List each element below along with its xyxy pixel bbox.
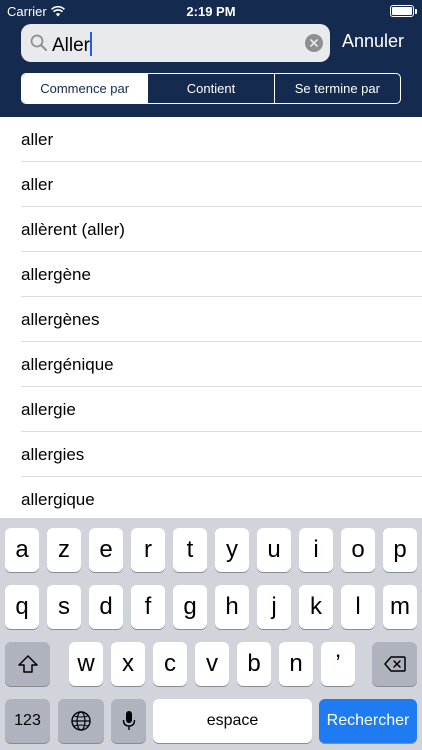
key-e[interactable]: e — [89, 528, 123, 572]
results-list: aller aller allèrent (aller) allergène a… — [0, 117, 422, 522]
microphone-icon — [122, 711, 135, 730]
key-s[interactable]: s — [47, 585, 81, 629]
search-value: Aller — [52, 32, 93, 57]
list-item[interactable]: allergènes — [0, 297, 422, 342]
list-item[interactable]: aller — [0, 162, 422, 207]
search-mode-segmented-control: Commence par Contient Se termine par — [21, 73, 401, 104]
key-k[interactable]: k — [299, 585, 333, 629]
key-y[interactable]: y — [215, 528, 249, 572]
shift-icon — [17, 655, 38, 673]
shift-key[interactable] — [5, 642, 50, 686]
battery-icon — [390, 5, 417, 17]
globe-icon — [71, 711, 91, 731]
key-j[interactable]: j — [257, 585, 291, 629]
text-caret — [90, 32, 93, 56]
list-item[interactable]: allergie — [0, 387, 422, 432]
key-w[interactable]: w — [69, 642, 103, 686]
key-n[interactable]: n — [279, 642, 313, 686]
delete-key[interactable] — [372, 642, 417, 686]
key-b[interactable]: b — [237, 642, 271, 686]
key-z[interactable]: z — [47, 528, 81, 572]
search-input[interactable]: Aller — [21, 24, 330, 62]
status-bar: Carrier 2:19 PM — [0, 0, 422, 22]
key-f[interactable]: f — [131, 585, 165, 629]
key-p[interactable]: p — [383, 528, 417, 572]
list-item[interactable]: allergique — [0, 477, 422, 522]
key-g[interactable]: g — [173, 585, 207, 629]
keyboard: a z e r t y u i o p q s d f g h j k l m … — [0, 518, 422, 750]
clear-icon[interactable] — [305, 34, 323, 52]
key-o[interactable]: o — [341, 528, 375, 572]
search-submit-key[interactable]: Rechercher — [319, 699, 417, 743]
key-a[interactable]: a — [5, 528, 39, 572]
search-query: Aller — [52, 35, 91, 56]
cancel-button[interactable]: Annuler — [342, 31, 404, 52]
key-l[interactable]: l — [341, 585, 375, 629]
key-u[interactable]: u — [257, 528, 291, 572]
search-row: Aller Annuler — [21, 24, 411, 62]
list-item[interactable]: allergène — [0, 252, 422, 297]
search-icon — [30, 34, 47, 51]
key-i[interactable]: i — [299, 528, 333, 572]
globe-key[interactable] — [58, 699, 104, 743]
key-r[interactable]: r — [131, 528, 165, 572]
app-root: Carrier 2:19 PM Aller Annuler Commence p… — [0, 0, 422, 750]
key-d[interactable]: d — [89, 585, 123, 629]
segment-ends-with[interactable]: Se termine par — [273, 74, 400, 103]
backspace-icon — [383, 656, 406, 672]
key-c[interactable]: c — [153, 642, 187, 686]
key-m[interactable]: m — [383, 585, 417, 629]
list-item[interactable]: aller — [0, 117, 422, 162]
segment-contains[interactable]: Contient — [147, 74, 273, 103]
list-item[interactable]: allergénique — [0, 342, 422, 387]
key-x[interactable]: x — [111, 642, 145, 686]
close-icon — [310, 39, 318, 47]
space-key[interactable]: espace — [153, 699, 312, 743]
key-q[interactable]: q — [5, 585, 39, 629]
list-item[interactable]: allergies — [0, 432, 422, 477]
clock: 2:19 PM — [186, 4, 236, 19]
segment-starts-with[interactable]: Commence par — [22, 74, 148, 103]
list-item[interactable]: allèrent (aller) — [0, 207, 422, 252]
key-t[interactable]: t — [173, 528, 207, 572]
key-h[interactable]: h — [215, 585, 249, 629]
key-v[interactable]: v — [195, 642, 229, 686]
key-apostrophe[interactable]: ’ — [321, 642, 355, 686]
dictation-key[interactable] — [111, 699, 146, 743]
numbers-key[interactable]: 123 — [5, 699, 50, 743]
header: Carrier 2:19 PM Aller Annuler Commence p… — [0, 0, 422, 117]
